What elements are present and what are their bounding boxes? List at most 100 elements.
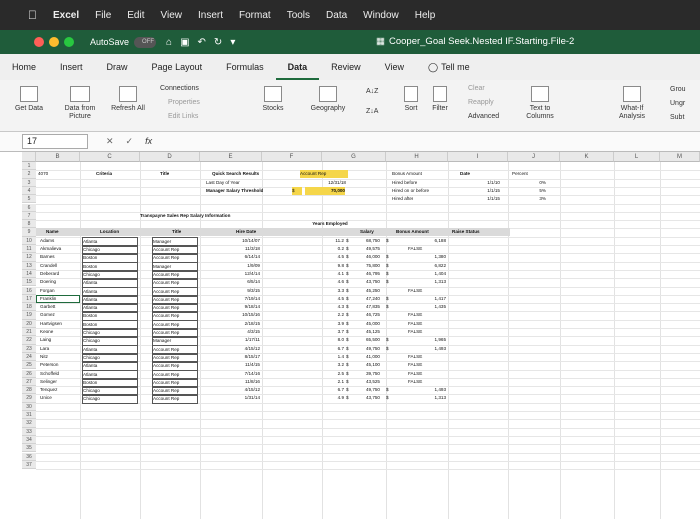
employee-hire-date[interactable]: 6/14/14	[232, 253, 260, 261]
close-window-button[interactable]	[34, 37, 44, 47]
employee-name[interactable]: Nitz	[40, 353, 78, 361]
employee-name[interactable]: Gomez	[40, 311, 78, 319]
row-header-9[interactable]: 9	[22, 228, 36, 237]
employee-hire-date[interactable]: 4/15/12	[232, 386, 260, 394]
employee-salary[interactable]: 43,525	[352, 378, 380, 386]
threshold-value[interactable]: 70,000	[305, 186, 345, 195]
employee-years[interactable]: 3.3	[328, 287, 344, 295]
employee-name[interactable]: Schoffeld	[40, 370, 78, 378]
employee-bonus[interactable]: 1,417	[412, 295, 447, 303]
bonus-currency[interactable]: $	[386, 394, 390, 402]
employee-name[interactable]: Hartvigsen	[40, 320, 78, 328]
row-header-32[interactable]: 32	[22, 419, 36, 428]
employee-hire-date[interactable]: 9/18/14	[232, 303, 260, 311]
percent-2[interactable]: 5%	[526, 187, 546, 195]
salary-currency[interactable]: $	[346, 278, 350, 286]
employee-salary[interactable]: 41,000	[352, 353, 380, 361]
employee-name[interactable]: Barnes	[40, 253, 78, 261]
column-header-D[interactable]: D	[140, 152, 200, 162]
tab-review[interactable]: Review	[319, 54, 373, 80]
geography-button[interactable]: Geography	[306, 86, 350, 113]
employee-years[interactable]: 6.7	[328, 386, 344, 394]
column-header-L[interactable]: L	[614, 152, 660, 162]
bonus-currency[interactable]: $	[386, 345, 390, 353]
employee-name[interactable]: Laing	[40, 336, 78, 344]
last-day-value[interactable]: 12/31/18	[310, 179, 346, 187]
tab-view[interactable]: View	[373, 54, 416, 80]
refresh-all-button[interactable]: Refresh All	[110, 86, 146, 113]
salary-currency[interactable]: $	[346, 303, 350, 311]
row-header-2[interactable]: 2	[22, 170, 36, 179]
undo-icon[interactable]: ↶	[198, 37, 206, 48]
menu-edit[interactable]: Edit	[127, 10, 144, 21]
employee-hire-date[interactable]: 1/17/11	[232, 336, 260, 344]
bonus-currency[interactable]: $	[386, 278, 390, 286]
salary-currency[interactable]: $	[346, 320, 350, 328]
employee-hire-date[interactable]: 1/31/14	[232, 394, 260, 402]
bonus-currency[interactable]: $	[386, 303, 390, 311]
employee-name[interactable]: Unice	[40, 394, 78, 402]
salary-currency[interactable]: $	[346, 386, 350, 394]
row-header-37[interactable]: 37	[22, 460, 36, 470]
row-header-33[interactable]: 33	[22, 427, 36, 436]
row-header-13[interactable]: 13	[22, 261, 36, 270]
percent-1[interactable]: 0%	[526, 179, 546, 187]
column-header-G[interactable]: G	[322, 152, 386, 162]
employee-title[interactable]: Account Rep	[152, 394, 198, 405]
employee-name[interactable]: Doering	[40, 278, 78, 286]
employee-bonus[interactable]: FALSE	[408, 320, 442, 328]
percent-header[interactable]: Percent	[512, 170, 528, 178]
sort-descending-button[interactable]: Z↓A	[366, 108, 378, 116]
header-salary[interactable]: Salary	[360, 228, 374, 236]
row-header-20[interactable]: 20	[22, 319, 36, 328]
employee-salary[interactable]: 75,800	[352, 262, 380, 270]
row-header-22[interactable]: 22	[22, 336, 36, 345]
row-header-30[interactable]: 30	[22, 402, 36, 411]
employee-years[interactable]: 1.4	[328, 353, 344, 361]
employee-name[interactable]: Akmalieva	[40, 245, 78, 253]
properties-button[interactable]: Properties	[168, 99, 200, 107]
tab-insert[interactable]: Insert	[48, 54, 95, 80]
employee-bonus[interactable]: 1,313	[412, 394, 447, 402]
employee-years[interactable]: 3.9	[328, 320, 344, 328]
row-header-36[interactable]: 36	[22, 452, 36, 461]
employee-name[interactable]: Forgan	[40, 287, 78, 295]
employee-bonus[interactable]: FALSE	[408, 245, 442, 253]
header-title[interactable]: Title	[172, 228, 181, 236]
row-header-10[interactable]: 10	[22, 236, 36, 245]
employee-salary[interactable]: 43,750	[352, 278, 380, 286]
header-years-employed[interactable]: Years Employed	[310, 220, 350, 236]
what-if-analysis-button[interactable]: What-If Analysis	[612, 86, 652, 121]
cell-c2[interactable]: Criteria	[96, 170, 112, 178]
row-header-8[interactable]: 8	[22, 220, 36, 229]
employee-name[interactable]: Selinger	[40, 378, 78, 386]
column-header-I[interactable]: I	[448, 152, 508, 162]
bonus-currency[interactable]: $	[386, 253, 390, 261]
employee-salary[interactable]: 68,750	[352, 237, 380, 245]
cell-d2[interactable]: Title	[160, 170, 169, 178]
employee-years[interactable]: 11.2	[328, 237, 344, 245]
last-day-label[interactable]: Last Day of Year	[206, 179, 240, 187]
row-header-31[interactable]: 31	[22, 411, 36, 420]
menu-view[interactable]: View	[161, 10, 183, 21]
connections-button[interactable]: Connections	[160, 85, 199, 93]
employee-bonus[interactable]: 1,965	[412, 336, 447, 344]
row-header-19[interactable]: 19	[22, 311, 36, 320]
row-header-17[interactable]: 17	[22, 294, 36, 304]
threshold-currency[interactable]: $	[292, 186, 302, 195]
employee-name[interactable]: Peterson	[40, 361, 78, 369]
sort-ascending-button[interactable]: A↓Z	[366, 88, 378, 96]
row-header-28[interactable]: 28	[22, 386, 36, 395]
column-header-C[interactable]: C	[80, 152, 140, 162]
employee-years[interactable]: 4.9	[328, 394, 344, 402]
salary-currency[interactable]: $	[346, 237, 350, 245]
employee-years[interactable]: 3.7	[328, 328, 344, 336]
get-data-button[interactable]: Get Data	[12, 86, 46, 113]
row-header-7[interactable]: 7	[22, 211, 36, 221]
autosave-control[interactable]: AutoSave OFF	[90, 36, 157, 48]
employee-salary[interactable]: 45,125	[352, 328, 380, 336]
menu-insert[interactable]: Insert	[198, 10, 223, 21]
header-bonus-amount[interactable]: Bonus Amount	[396, 228, 429, 236]
employee-name[interactable]: Deberard	[40, 270, 78, 278]
bonus-currency[interactable]: $	[386, 336, 390, 344]
